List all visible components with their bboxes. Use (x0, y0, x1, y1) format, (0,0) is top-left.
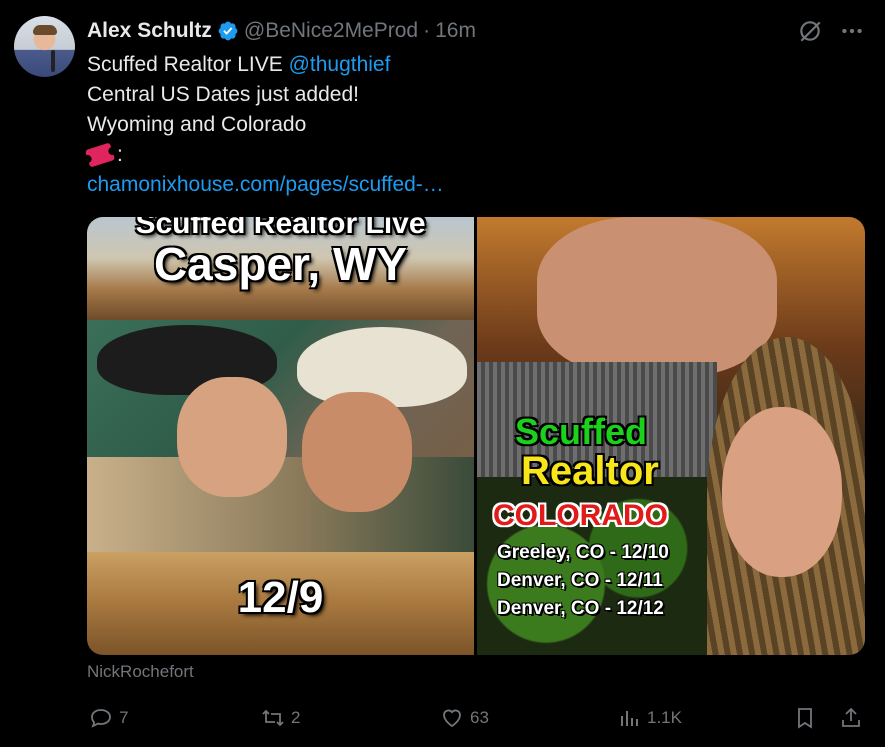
reply-button[interactable]: 7 (89, 703, 128, 733)
tweet-timestamp[interactable]: 16m (435, 19, 476, 43)
like-icon (443, 709, 461, 728)
media-image-casper[interactable]: Scuffed Realtor Live Casper, WY 12/9 (87, 217, 474, 655)
media-image-colorado[interactable]: Scuffed Realtor COLORADO Greeley, CO - 1… (477, 217, 865, 655)
author-display-name[interactable]: Alex Schultz (87, 19, 212, 43)
mention-link[interactable]: @thugthief (289, 53, 391, 76)
state-text: COLORADO (493, 499, 668, 532)
views-button[interactable]: 1.1K (617, 703, 682, 733)
colorado-date-3: Denver, CO - 12/12 (497, 598, 664, 619)
retweet-count: 2 (291, 708, 301, 727)
external-link[interactable]: chamonixhouse.com/pages/scuffed-… (87, 170, 847, 200)
tweet-actions-bar: 7 2 63 1.1K (87, 703, 865, 733)
man-face-top (537, 217, 777, 377)
bookmark-icon (798, 708, 812, 729)
share-icon (842, 707, 860, 727)
retweet-button[interactable]: 2 (261, 703, 300, 733)
brand-scuffed-text: Scuffed (515, 411, 648, 452)
views-icon (621, 711, 638, 726)
avatar-hair (33, 25, 57, 35)
casper-date: 12/9 (237, 573, 324, 622)
man-face-right (722, 407, 842, 577)
verified-badge-icon[interactable] (217, 20, 239, 42)
top-actions (797, 18, 865, 44)
colorado-date-1: Greeley, CO - 12/10 (497, 542, 669, 563)
white-cowboy-hat (297, 327, 467, 407)
bookmark-button[interactable] (793, 703, 817, 733)
reply-count: 7 (119, 708, 129, 727)
tweet-text: Scuffed Realtor LIVE @thugthief Central … (84, 50, 847, 200)
more-icon[interactable] (839, 18, 865, 44)
reply-icon (91, 709, 111, 728)
retweet-icon (262, 709, 284, 727)
share-button[interactable] (839, 703, 863, 733)
cowboy-face-left (177, 377, 287, 497)
cowboys-jackets (87, 457, 474, 552)
header-separator: · (423, 19, 431, 42)
casper-title-big: Casper, WY (153, 238, 408, 290)
author-handle[interactable]: @BeNice2MeProd (244, 19, 418, 43)
colorado-date-2: Denver, CO - 12/11 (497, 570, 663, 591)
avatar-microphone (51, 50, 55, 72)
tweet-line-2: Central US Dates just added! (87, 83, 359, 106)
tweet-line-1: Scuffed Realtor LIVE @thugthief (87, 50, 847, 80)
media-credit[interactable]: NickRochefort (87, 662, 194, 682)
tweet-line-4-suffix: : (117, 143, 123, 166)
like-count: 63 (470, 708, 489, 727)
tweet-line-1-text: Scuffed Realtor LIVE (87, 53, 289, 76)
ticket-emoji-icon (84, 142, 116, 168)
like-button[interactable]: 63 (440, 703, 489, 733)
tweet-line-4: : (84, 140, 847, 170)
colorado-dates: Greeley, CO - 12/10 Denver, CO - 12/11 D… (497, 539, 669, 623)
views-count: 1.1K (647, 708, 682, 727)
tweet-line-3: Wyoming and Colorado (87, 113, 307, 136)
tweet-media[interactable]: Scuffed Realtor Live Casper, WY 12/9 Scu… (87, 217, 865, 655)
grok-icon[interactable] (797, 18, 823, 44)
brand-realtor-text: Realtor (521, 449, 659, 493)
author-avatar[interactable] (14, 16, 75, 77)
cowboy-face-right (302, 392, 412, 512)
tweet-header: Alex Schultz @BeNice2MeProd · 16m (87, 17, 476, 45)
